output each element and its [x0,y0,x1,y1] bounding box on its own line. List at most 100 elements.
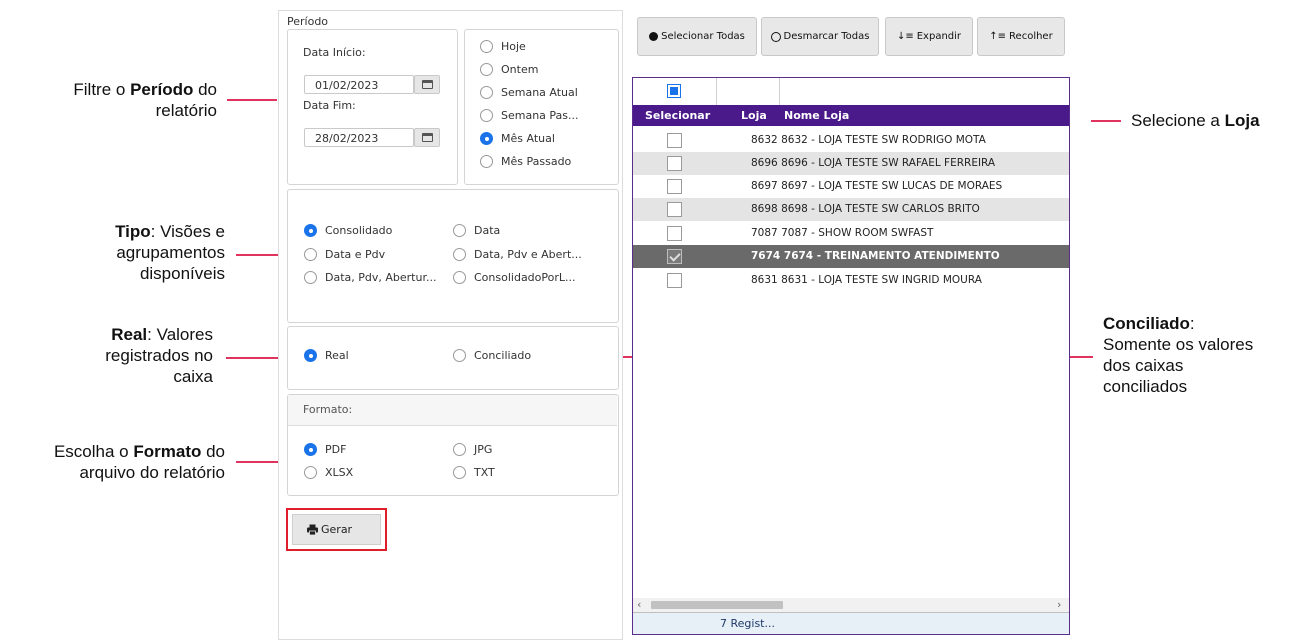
row-checkbox[interactable] [667,202,682,217]
row-checkbox[interactable] [667,179,682,194]
row-loja-nome: 8698 8698 - LOJA TESTE SW CARLOS BRITO [751,203,980,215]
radio-indicator [304,466,317,479]
radio-mes-atual[interactable]: Mês Atual [480,132,555,145]
radio-indicator [453,224,466,237]
radio-semana-atual[interactable]: Semana Atual [480,86,578,99]
annotation-line [226,357,278,359]
header-loja[interactable]: Loja [741,109,767,122]
radio-indicator [480,63,493,76]
radio-conciliado[interactable]: Conciliado [453,349,531,362]
data-inicio-label: Data Início: [303,46,366,59]
annotation-bold: Conciliado [1103,314,1190,333]
select-all-checkbox[interactable] [667,84,681,98]
radio-label: Semana Pas... [501,109,579,122]
annotation-bold: Real [111,325,148,344]
radio-indicator [304,349,317,362]
annotation-text: do [193,80,217,99]
radio-label: Consolidado [325,224,393,237]
annotation-text: Escolha o [53,442,134,461]
row-nome: 8697 - LOJA TESTE SW LUCAS DE MORAES [781,180,1003,192]
data-fim-label: Data Fim: [303,99,356,112]
radio-indicator [480,132,493,145]
radio-ontem[interactable]: Ontem [480,63,538,76]
row-loja: 8697 [751,180,778,192]
scrollbar-thumb[interactable] [651,601,783,609]
row-nome: 8696 - LOJA TESTE SW RAFAEL FERREIRA [781,157,996,169]
lojas-grid: Selecionar Loja Nome Loja 8632 8632 - LO… [632,77,1070,635]
scroll-left-icon[interactable]: ‹ [637,598,641,611]
radio-xlsx[interactable]: XLSX [304,466,353,479]
horizontal-scrollbar[interactable]: ‹ › [633,598,1069,612]
radio-hoje[interactable]: Hoje [480,40,526,53]
calendar-fim-button[interactable] [414,128,440,147]
radio-jpg[interactable]: JPG [453,443,492,456]
annotation-text: caixa [173,367,213,386]
radio-label: Data, Pdv, Abertur... [325,271,437,284]
annotation-text: relatório [155,101,217,120]
radio-data-pdv-abertura[interactable]: Data, Pdv, Abertur... [304,271,436,284]
table-row[interactable]: 8698 8698 - LOJA TESTE SW CARLOS BRITO [633,198,1069,221]
radio-data[interactable]: Data [453,224,500,237]
annotation-conciliado: Conciliado: Somente os valores dos caixa… [1103,313,1253,397]
radio-label: Mês Passado [501,155,572,168]
radio-label: Data e Pdv [325,248,386,261]
scroll-right-icon[interactable]: › [1057,598,1061,611]
selecionar-todas-button[interactable]: Selecionar Todas [637,17,757,56]
row-checkbox[interactable] [667,133,682,148]
calendar-icon [422,133,433,142]
annotation-text: conciliados [1103,377,1188,396]
expandir-button[interactable]: ↓≡ Expandir [885,17,973,56]
header-nome-loja[interactable]: Nome Loja [784,109,849,122]
row-loja-nome: 7087 7087 - SHOW ROOM SWFAST [751,227,933,239]
radio-consolidado-por-loja[interactable]: ConsolidadoPorL... [453,271,576,284]
row-nome: 7674 - TREINAMENTO ATENDIMENTO [783,250,1000,262]
radio-label: Conciliado [474,349,532,362]
desmarcar-todas-label: Desmarcar Todas [783,31,870,42]
data-fim-input[interactable]: 28/02/2023 [304,128,414,147]
table-row[interactable]: 8697 8697 - LOJA TESTE SW LUCAS DE MORAE… [633,175,1069,198]
annotation-text: agrupamentos [116,243,225,262]
radio-mes-passado[interactable]: Mês Passado [480,155,571,168]
radio-label: PDF [325,443,347,456]
radio-consolidado[interactable]: Consolidado [304,224,392,237]
header-selecionar[interactable]: Selecionar [645,109,710,122]
sort-down-icon: ↓≡ [896,31,914,42]
row-checkbox[interactable] [667,156,682,171]
table-row[interactable]: 8696 8696 - LOJA TESTE SW RAFAEL FERREIR… [633,152,1069,175]
recolher-button[interactable]: ↑≡ Recolher [977,17,1065,56]
annotation-text: do [201,442,225,461]
radio-indicator [453,349,466,362]
row-nome: 8631 - LOJA TESTE SW INGRID MOURA [781,274,982,286]
annotation-bold: Tipo [115,222,151,241]
select-all-indeterminate [670,87,678,95]
table-row[interactable]: 8632 8632 - LOJA TESTE SW RODRIGO MOTA [633,129,1069,152]
row-checkbox[interactable] [667,226,682,241]
radio-indicator [304,224,317,237]
row-loja: 7674 [751,250,781,262]
annotation-text: registrados no [105,346,213,365]
radio-real[interactable]: Real [304,349,349,362]
data-inicio-input[interactable]: 01/02/2023 [304,75,414,94]
row-loja: 8632 [751,134,778,146]
annotation-text: dos caixas [1103,356,1184,375]
table-row[interactable]: 8631 8631 - LOJA TESTE SW INGRID MOURA [633,269,1069,292]
row-nome: 8698 - LOJA TESTE SW CARLOS BRITO [781,203,980,215]
row-checkbox-checked[interactable] [667,249,682,264]
radio-semana-passada[interactable]: Semana Pas... [480,109,579,122]
row-nome: 8632 - LOJA TESTE SW RODRIGO MOTA [781,134,986,146]
table-row-selected[interactable]: 7674 7674 - TREINAMENTO ATENDIMENTO [633,245,1069,268]
annotation-bold: Formato [133,442,202,461]
row-loja-nome: 8631 8631 - LOJA TESTE SW INGRID MOURA [751,274,982,286]
row-checkbox[interactable] [667,273,682,288]
desmarcar-todas-button[interactable]: Desmarcar Todas [761,17,879,56]
annotation-text: : Valores [147,325,213,344]
radio-data-pdv[interactable]: Data e Pdv [304,248,385,261]
radio-data-pdv-abert[interactable]: Data, Pdv e Abert... [453,248,582,261]
table-row[interactable]: 7087 7087 - SHOW ROOM SWFAST [633,222,1069,245]
gerar-button[interactable]: Gerar [292,514,381,545]
radio-pdf[interactable]: PDF [304,443,346,456]
calendar-inicio-button[interactable] [414,75,440,94]
sort-up-icon: ↑≡ [989,31,1007,42]
radio-txt[interactable]: TXT [453,466,495,479]
radio-indicator [304,443,317,456]
